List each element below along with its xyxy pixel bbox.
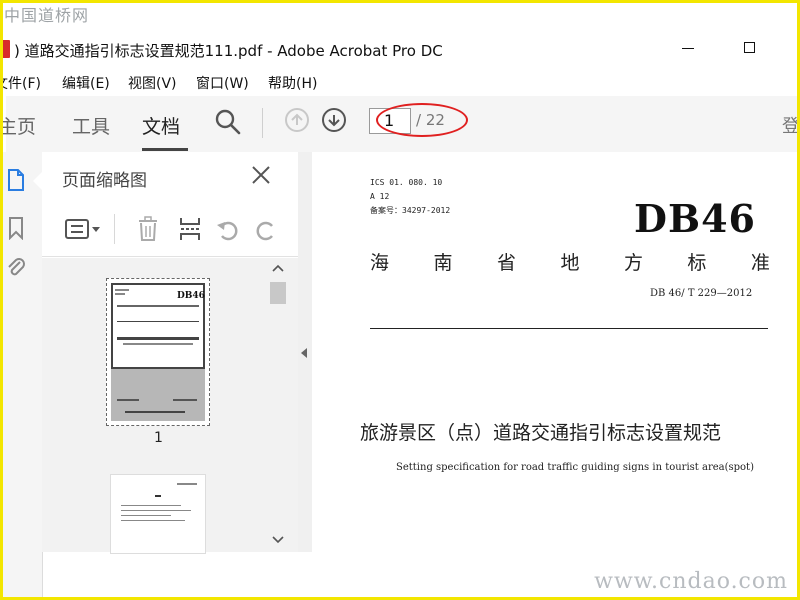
watermark-bottom: www.cndao.com (594, 569, 788, 594)
doc-standard-char: 省 (496, 252, 516, 274)
thumbnail-list: DB46 1 (42, 258, 298, 554)
doc-standard-char: 标 (687, 252, 707, 274)
thumb-line (123, 343, 193, 345)
doc-standard-char: 海 (370, 252, 390, 274)
scroll-down-icon[interactable] (272, 536, 284, 544)
thumbnail-scrollbar[interactable] (268, 258, 288, 552)
arrow-down-icon (328, 115, 340, 127)
menu-view[interactable]: 视图(V) (128, 73, 177, 93)
panel-collapse-handle[interactable] (298, 152, 312, 552)
options-menu-icon[interactable] (64, 218, 102, 240)
maximize-button[interactable] (744, 42, 755, 53)
menu-file[interactable]: 文件(F) (0, 73, 41, 93)
left-rail (0, 152, 43, 600)
thumb-db-label: DB46 (177, 291, 205, 301)
collapse-arrow-icon (301, 348, 307, 358)
thumb-line (115, 289, 129, 291)
doc-standard-code: DB 46/ T 229—2012 (650, 288, 753, 299)
previous-page-button[interactable] (285, 108, 309, 132)
doc-record-number: 备案号：34297-2012 (370, 206, 451, 215)
thumb-line (117, 305, 199, 307)
doc-standard-char: 方 (623, 252, 643, 274)
sign-in-button[interactable]: 登 (782, 112, 800, 138)
thumb-line (121, 505, 181, 506)
panel-toolbar (58, 210, 288, 250)
panel-toolbar-separator (114, 214, 115, 244)
scroll-up-icon[interactable] (272, 264, 284, 272)
doc-standard-char: 地 (560, 252, 580, 274)
thumb-title-line (117, 337, 199, 340)
highlight-annotation (376, 103, 468, 137)
thumbnail-page-number: 1 (154, 430, 163, 446)
thumb-line (121, 515, 171, 516)
extract-pages-icon[interactable] (178, 216, 202, 242)
panel-divider (42, 256, 298, 257)
scrollbar-thumb[interactable] (270, 282, 286, 304)
doc-title-chinese: 旅游景区（点）道路交通指引标志设置规范 (360, 422, 722, 444)
thumb-line (121, 520, 185, 521)
arrow-up-icon (291, 113, 303, 125)
bookmark-icon[interactable] (6, 216, 26, 240)
close-icon[interactable] (250, 164, 272, 186)
thumb-line (117, 399, 139, 401)
toolbar-separator (262, 108, 263, 138)
doc-ics: ICS 01. 080. 10 (370, 178, 443, 187)
thumb-line (121, 510, 191, 511)
page-thumbnail[interactable]: DB46 (106, 278, 210, 426)
thumbnail-page-preview: DB46 (111, 283, 205, 421)
active-rail-pointer (33, 172, 42, 190)
doc-db-label: DB46 (634, 196, 756, 241)
panel-title: 页面缩略图 (62, 171, 147, 191)
attachment-icon[interactable] (6, 256, 26, 280)
menu-bar: 文件(F) 编辑(E) 视图(V) 窗口(W) 帮助(H) (0, 72, 800, 94)
thumbnail-offscreen-region (111, 369, 205, 421)
tab-tools[interactable]: 工具 (72, 112, 110, 139)
window-title: ) 道路交通指引标志设置规范111.pdf - Adobe Acrobat Pr… (14, 42, 443, 60)
rotate-left-icon[interactable] (216, 218, 240, 242)
next-page-button[interactable] (322, 108, 346, 132)
page-thumbnails-icon[interactable] (6, 168, 26, 192)
tab-home[interactable]: 主页 (0, 112, 36, 139)
delete-icon[interactable] (136, 216, 160, 242)
document-view[interactable]: ICS 01. 080. 10 A 12 备案号：34297-2012 DB46… (312, 152, 800, 600)
thumb-line (177, 483, 197, 485)
watermark-top: 中国道桥网 (4, 6, 90, 25)
title-bar: ) 道路交通指引标志设置规范111.pdf - Adobe Acrobat Pr… (0, 26, 800, 72)
thumb-line (117, 321, 199, 322)
thumbnail-panel: 页面缩略图 DB46 1 (42, 152, 299, 554)
doc-title-english: Setting specification for road traffic g… (396, 462, 754, 473)
doc-class-code: A 12 (370, 192, 390, 201)
doc-standard-char: 准 (750, 252, 770, 274)
doc-standard-char: 南 (433, 252, 453, 274)
doc-divider (370, 328, 768, 329)
doc-standard-heading: 海 南 省 地 方 标 准 (370, 248, 770, 274)
page-thumbnail[interactable] (110, 474, 206, 554)
thumb-line (115, 293, 125, 295)
menu-window[interactable]: 窗口(W) (196, 73, 249, 93)
menu-edit[interactable]: 编辑(E) (62, 73, 110, 93)
thumb-line (125, 411, 185, 413)
thumb-line (173, 399, 197, 401)
minimize-button[interactable] (682, 48, 694, 49)
pdf-icon (0, 40, 10, 58)
tab-document[interactable]: 文档 (142, 112, 180, 139)
search-icon[interactable] (214, 108, 242, 136)
thumb-line (155, 495, 161, 497)
menu-help[interactable]: 帮助(H) (268, 73, 317, 93)
rotate-right-icon[interactable] (254, 218, 278, 242)
active-tab-indicator (142, 148, 188, 151)
